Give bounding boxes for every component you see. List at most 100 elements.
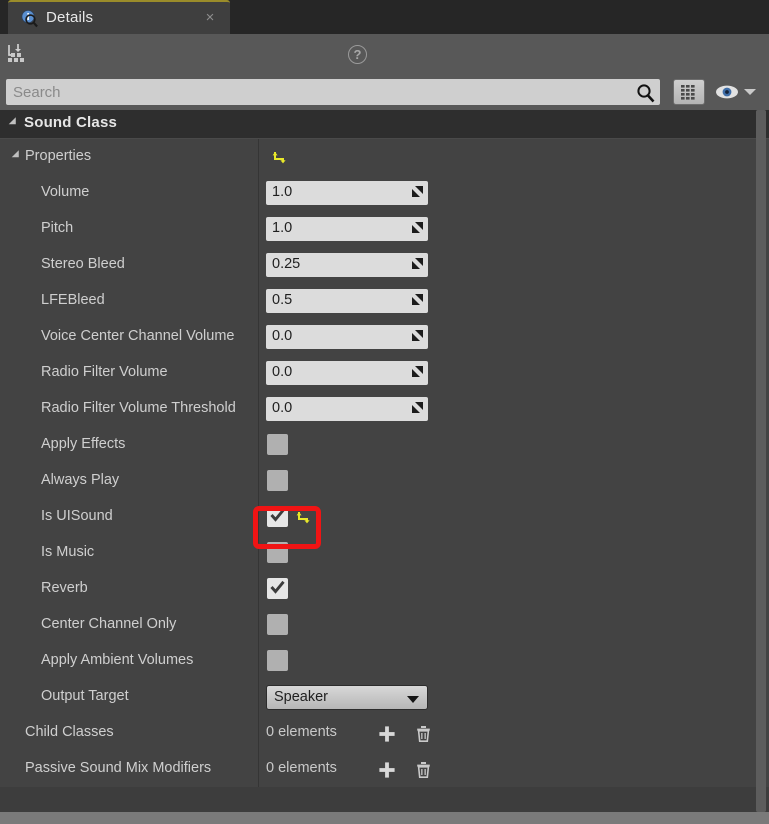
property-row-volume[interactable]: Volume 1.0: [0, 175, 769, 211]
center-channel-only-checkbox[interactable]: [267, 614, 288, 635]
input-value: 0.0: [272, 328, 293, 344]
property-label: Is Music: [41, 544, 95, 560]
selected-value: Speaker: [274, 689, 329, 705]
drag-value-icon[interactable]: [411, 221, 424, 234]
tab-details[interactable]: Details ×: [8, 0, 230, 34]
pitch-input[interactable]: 1.0: [266, 217, 428, 241]
drag-value-icon[interactable]: [411, 401, 424, 414]
column-divider: [258, 679, 259, 715]
property-label: Radio Filter Volume Threshold: [41, 400, 236, 416]
apply-effects-checkbox[interactable]: [267, 434, 288, 455]
column-divider: [258, 355, 259, 391]
drag-value-icon[interactable]: [411, 185, 424, 198]
property-row-always-play[interactable]: Always Play: [0, 463, 769, 499]
property-row-properties[interactable]: Properties: [0, 139, 769, 175]
column-divider: [258, 283, 259, 319]
voice-center-channel-volume-input[interactable]: 0.0: [266, 325, 428, 349]
property-label: Is UISound: [41, 508, 113, 524]
column-divider: [258, 607, 259, 643]
vertical-scrollbar[interactable]: [756, 110, 766, 812]
reset-arrow-icon[interactable]: [272, 150, 287, 165]
search-row: [0, 74, 769, 110]
column-divider: [258, 391, 259, 427]
scrollbar-thumb[interactable]: [756, 110, 766, 812]
property-row-stereo-bleed[interactable]: Stereo Bleed 0.25: [0, 247, 769, 283]
property-row-is-uisound[interactable]: Is UISound: [0, 499, 769, 535]
is-uisound-checkbox[interactable]: [267, 506, 288, 527]
drag-value-icon[interactable]: [411, 329, 424, 342]
property-label: Child Classes: [25, 724, 114, 740]
property-row-apply-effects[interactable]: Apply Effects: [0, 427, 769, 463]
input-value: 0.0: [272, 400, 293, 416]
details-panel: Details × ? Search Sound Class Propertie…: [0, 0, 769, 824]
property-label: Always Play: [41, 472, 120, 488]
stereo-bleed-input[interactable]: 0.25: [266, 253, 428, 277]
delete-all-elements-icon[interactable]: [414, 724, 433, 743]
delete-all-elements-icon[interactable]: [414, 760, 433, 779]
add-element-icon[interactable]: [378, 761, 396, 779]
property-row-output-target[interactable]: Output Target Speaker: [0, 679, 769, 715]
property-label: Passive Sound Mix Modifiers: [25, 760, 212, 776]
property-row-apply-ambient-volumes[interactable]: Apply Ambient Volumes: [0, 643, 769, 679]
properties-content: Sound Class Properties Volume 1.0 Pitch …: [0, 110, 769, 812]
property-row-passive-sound-mix-modifiers[interactable]: Passive Sound Mix Modifiers 0 elements: [0, 751, 769, 787]
reverb-checkbox[interactable]: [267, 578, 288, 599]
drag-value-icon[interactable]: [411, 293, 424, 306]
input-value: 0.0: [272, 364, 293, 380]
lfebleed-input[interactable]: 0.5: [266, 289, 428, 313]
property-label: Voice Center Channel Volume: [41, 328, 235, 344]
property-row-center-channel-only[interactable]: Center Channel Only: [0, 607, 769, 643]
bottom-strip: [0, 812, 769, 824]
drag-value-icon[interactable]: [411, 257, 424, 270]
property-row-reverb[interactable]: Reverb: [0, 571, 769, 607]
apply-ambient-volumes-checkbox[interactable]: [267, 650, 288, 671]
radio-filter-volume-input[interactable]: 0.0: [266, 361, 428, 385]
drag-value-icon[interactable]: [411, 365, 424, 378]
details-info-search-icon: [21, 9, 38, 28]
category-header-sound-class[interactable]: Sound Class: [0, 110, 769, 139]
property-row-pitch[interactable]: Pitch 1.0: [0, 211, 769, 247]
column-divider: [258, 643, 259, 679]
property-rows: Properties Volume 1.0 Pitch 1.0 Stereo B…: [0, 139, 769, 787]
always-play-checkbox[interactable]: [267, 470, 288, 491]
visibility-eye-icon[interactable]: [714, 82, 740, 102]
property-row-is-music[interactable]: Is Music: [0, 535, 769, 571]
details-toolbar: ?: [0, 34, 769, 74]
property-label: Radio Filter Volume: [41, 364, 168, 380]
checkmark-icon: [270, 508, 285, 522]
search-input[interactable]: [6, 79, 660, 105]
property-label: Properties: [25, 148, 92, 164]
checkmark-icon: [270, 580, 285, 594]
chevron-down-icon[interactable]: [744, 89, 756, 95]
input-value: 0.5: [272, 292, 293, 308]
property-label: Stereo Bleed: [41, 256, 125, 272]
column-divider: [258, 715, 259, 751]
property-row-voice-center-channel-volume[interactable]: Voice Center Channel Volume 0.0: [0, 319, 769, 355]
property-row-radio-filter-volume[interactable]: Radio Filter Volume 0.0: [0, 355, 769, 391]
output-target-select[interactable]: Speaker: [266, 685, 428, 710]
input-value: 1.0: [272, 184, 293, 200]
property-row-child-classes[interactable]: Child Classes 0 elements: [0, 715, 769, 751]
element-count: 0 elements: [266, 724, 337, 740]
property-label: Output Target: [41, 688, 129, 704]
grid-glyph: [681, 85, 695, 100]
volume-input[interactable]: 1.0: [266, 181, 428, 205]
column-divider: [258, 247, 259, 283]
grid-view-icon[interactable]: [673, 79, 705, 105]
property-label: Apply Ambient Volumes: [41, 652, 194, 668]
add-element-icon[interactable]: [378, 725, 396, 743]
radio-filter-volume-threshold-input[interactable]: 0.0: [266, 397, 428, 421]
input-value: 1.0: [272, 220, 293, 236]
property-label: Center Channel Only: [41, 616, 177, 632]
reset-arrow-icon[interactable]: [296, 510, 311, 525]
column-divider: [258, 463, 259, 499]
help-question-icon[interactable]: ?: [348, 45, 367, 64]
expand-triangle-icon: [8, 117, 20, 128]
expand-triangle-icon[interactable]: [11, 150, 23, 161]
property-row-lfebleed[interactable]: LFEBleed 0.5: [0, 283, 769, 319]
property-label: Apply Effects: [41, 436, 126, 452]
property-row-radio-filter-volume-threshold[interactable]: Radio Filter Volume Threshold 0.0: [0, 391, 769, 427]
close-icon[interactable]: ×: [202, 10, 218, 26]
is-music-checkbox[interactable]: [267, 542, 288, 563]
filter-hierarchy-icon[interactable]: [6, 42, 32, 66]
